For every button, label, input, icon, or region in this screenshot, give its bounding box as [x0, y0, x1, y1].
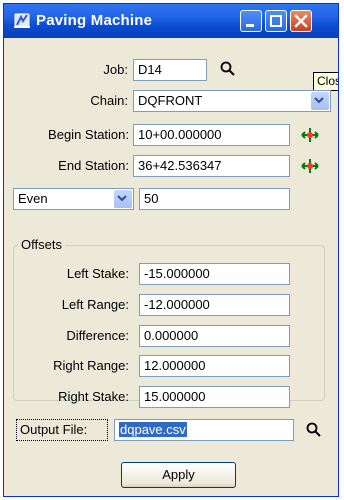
output-file-label: Output File: [16, 419, 108, 441]
begin-station-field[interactable]: 10+00.000000 [133, 124, 290, 146]
begin-station-label: Begin Station: [48, 127, 129, 142]
interval-mode: Even [18, 191, 48, 206]
minimize-icon [246, 24, 254, 27]
difference-field[interactable]: 0.000000 [139, 325, 290, 347]
chevron-down-icon [117, 195, 127, 202]
left-stake-field[interactable]: -15.000000 [139, 263, 290, 285]
maximize-icon [270, 15, 282, 27]
chevron-down-icon [314, 97, 324, 104]
chain-value: DQFRONT [138, 93, 203, 108]
chain-label: Chain: [90, 93, 128, 108]
minimize-button[interactable] [240, 10, 262, 32]
right-range-field[interactable]: 12.000000 [139, 355, 290, 377]
station-locator-icon[interactable] [300, 157, 320, 175]
output-file-field[interactable]: dqpave.csv [114, 419, 294, 441]
interval-value-field[interactable]: 50 [139, 188, 290, 210]
app-icon [14, 13, 30, 28]
end-station-field[interactable]: 36+42.536347 [133, 155, 290, 177]
search-icon[interactable] [305, 421, 323, 439]
left-stake-label: Left Stake: [66, 266, 129, 281]
job-label: Job: [103, 62, 128, 77]
offsets-group-title: Offsets [18, 237, 65, 253]
close-tooltip: Close [313, 72, 338, 91]
maximize-button[interactable] [265, 10, 287, 32]
search-icon[interactable] [219, 60, 237, 78]
apply-button[interactable]: Apply [121, 462, 236, 488]
chain-dropdown-button[interactable] [311, 92, 329, 110]
output-file-value: dqpave.csv [119, 422, 187, 437]
station-locator-icon[interactable] [300, 126, 320, 144]
right-stake-field[interactable]: 15.000000 [139, 386, 290, 408]
interval-dropdown[interactable]: Even [13, 188, 134, 210]
paving-machine-window: Paving Machine Close Job: D14 Chain: DQF… [3, 3, 339, 497]
title-bar[interactable]: Paving Machine [4, 4, 338, 38]
interval-dropdown-button[interactable] [114, 190, 132, 208]
close-button[interactable] [290, 10, 312, 32]
left-range-field[interactable]: -12.000000 [139, 294, 290, 316]
chain-dropdown[interactable]: DQFRONT [133, 90, 331, 112]
right-range-label: Right Range: [53, 358, 129, 373]
close-icon [294, 14, 308, 28]
right-stake-label: Right Stake: [58, 389, 129, 404]
window-title: Paving Machine [36, 12, 153, 29]
job-field[interactable]: D14 [133, 59, 207, 81]
end-station-label: End Station: [58, 158, 129, 173]
difference-label: Difference: [66, 328, 129, 343]
left-range-label: Left Range: [61, 297, 129, 312]
